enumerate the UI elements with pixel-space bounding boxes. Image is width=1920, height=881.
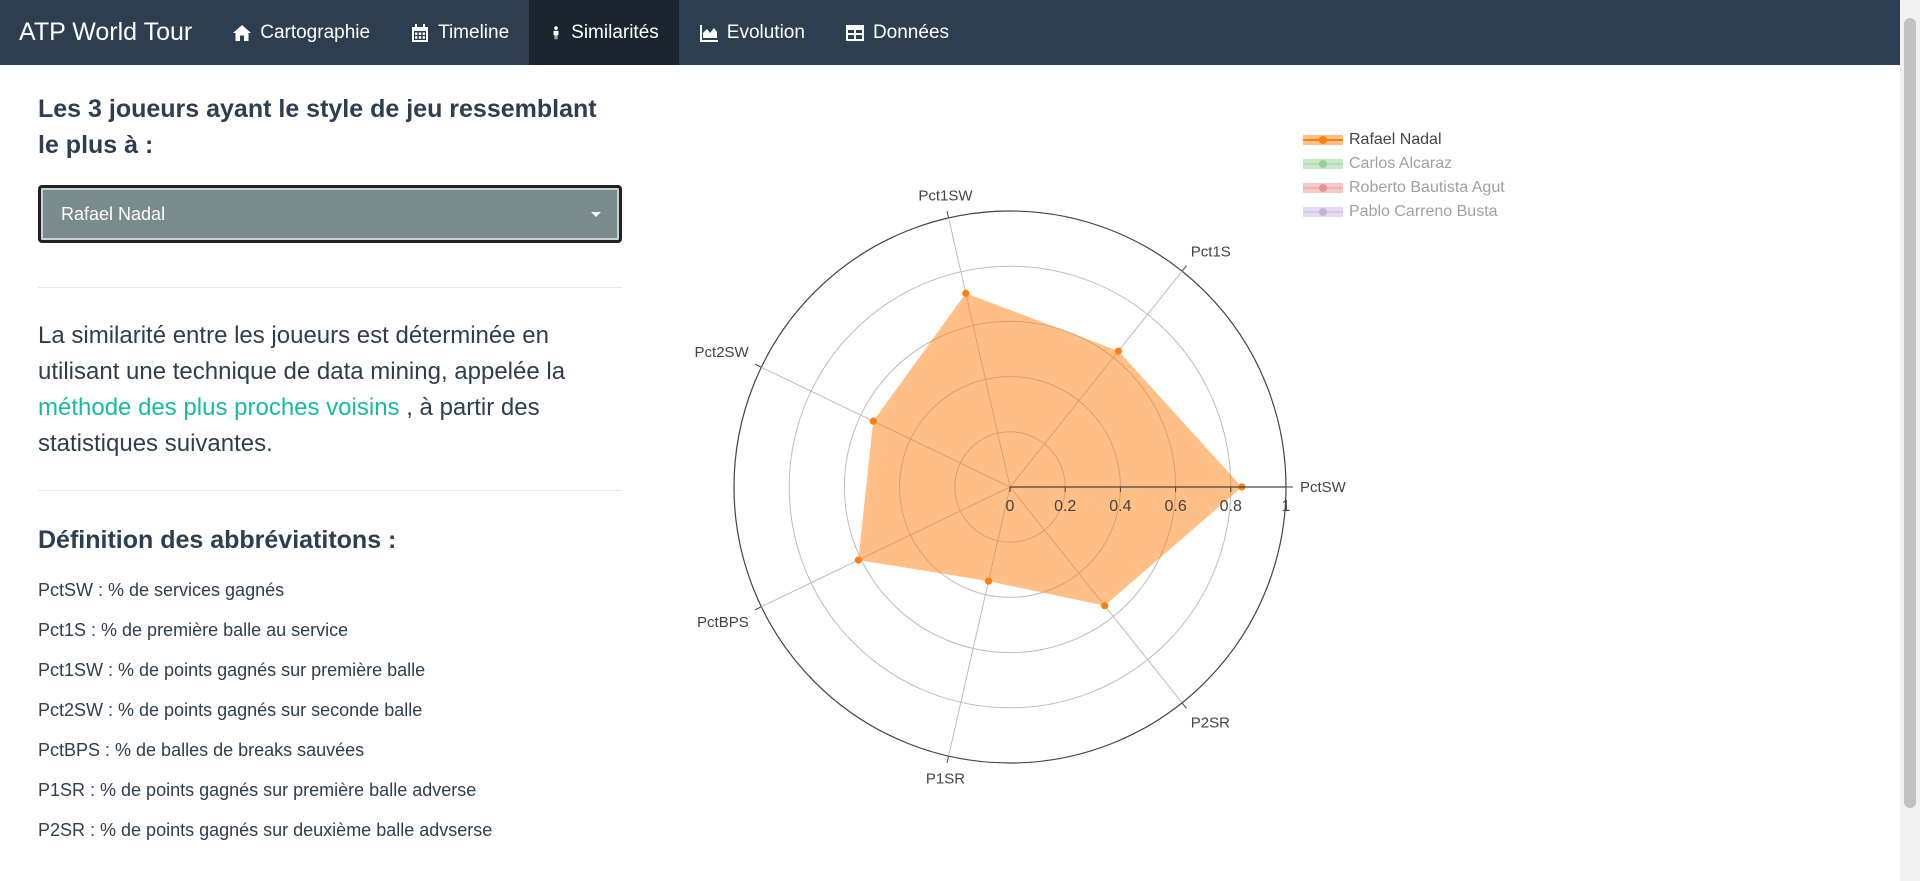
radar-chart: 0 0.2 0.4 0.6 0.8 1 PctSW Pct1S Pct1SW Pct2SW PctB…	[695, 187, 1347, 788]
similarity-description: La similarité entre les joueurs est déte…	[38, 318, 622, 462]
definitions-title: Définition des abbréviatitons :	[38, 526, 397, 554]
top-navbar: ATP World Tour Cartographie Timeline Sim…	[0, 0, 1900, 65]
area-chart-icon	[699, 24, 718, 42]
home-icon	[233, 24, 252, 41]
sidebar-panel: Les 3 joueurs ayant le style de jeu ress…	[38, 65, 622, 850]
similarity-heading: Les 3 joueurs ayant le style de jeu ress…	[38, 95, 597, 159]
legend-item-alcaraz[interactable]: Carlos Alcaraz	[1303, 152, 1505, 176]
calendar-icon	[412, 23, 429, 42]
legend-swatch	[1303, 206, 1343, 218]
definition-item: PctBPS : % de balles de breaks sauvées	[38, 740, 365, 760]
radar-data-point	[854, 556, 862, 564]
radial-tick-label: 0.6	[1164, 498, 1186, 515]
radial-tick-label: 1	[1282, 498, 1291, 515]
tab-donnees-label: Données	[872, 21, 950, 43]
angular-axis-label: P1SR	[926, 771, 965, 788]
angular-axis-label: PctSW	[1300, 479, 1347, 496]
legend-label: Roberto Bautista Agut	[1349, 179, 1505, 196]
radar-data-point	[1101, 602, 1109, 610]
legend-swatch	[1303, 182, 1343, 194]
definition-item: Pct1SW : % de points gagnés sur première…	[38, 660, 426, 680]
chevron-down-icon	[591, 211, 601, 217]
definition-item: Pct1S : % de première balle au service	[38, 620, 349, 640]
definition-item: PctSW : % de services gagnés	[38, 580, 285, 600]
tab-similarites[interactable]: Similarités	[529, 0, 679, 65]
definition-item: P1SR : % de points gagnés sur première b…	[38, 780, 477, 800]
angular-axis-label: P2SR	[1191, 715, 1230, 732]
legend-swatch	[1303, 134, 1343, 146]
definition-item: Pct2SW : % de points gagnés sur seconde …	[38, 700, 423, 720]
angular-tick-mark	[946, 210, 950, 219]
legend-item-nadal[interactable]: Rafael Nadal	[1303, 128, 1505, 152]
angular-tick-mark	[754, 363, 762, 368]
knn-method-link[interactable]: méthode des plus proches voisins	[38, 394, 400, 421]
divider	[38, 490, 622, 491]
radar-data-point	[962, 289, 970, 297]
definitions-list: PctSW : % de services gagnés Pct1S : % d…	[38, 570, 622, 850]
tab-donnees[interactable]: Données	[825, 0, 969, 65]
tab-cartographie-label: Cartographie	[260, 21, 371, 43]
angular-axis-label: Pct1S	[1191, 243, 1231, 260]
table-icon	[845, 24, 864, 41]
radial-tick-label: 0	[1006, 498, 1015, 515]
legend-item-carreno[interactable]: Pablo Carreno Busta	[1303, 200, 1505, 224]
divider	[38, 287, 622, 288]
angular-axis-label: Pct1SW	[918, 187, 973, 204]
angular-tick-mark	[754, 606, 762, 611]
description-text: La similarité entre les joueurs est déte…	[38, 322, 566, 385]
navbar-brand[interactable]: ATP World Tour	[0, 0, 212, 65]
legend-label: Pablo Carreno Busta	[1349, 203, 1498, 220]
angular-axis-label: PctBPS	[697, 614, 749, 631]
angular-axis-label: Pct2SW	[695, 344, 750, 361]
legend-label: Carlos Alcaraz	[1349, 155, 1453, 172]
radial-tick-label: 0.2	[1054, 498, 1076, 515]
person-icon	[553, 25, 559, 39]
chart-legend: Rafael Nadal Carlos Alcaraz Roberto Baut…	[1303, 128, 1505, 224]
radar-data-point	[1114, 347, 1123, 355]
tab-timeline-label: Timeline	[438, 21, 510, 43]
angular-tick-mark	[1181, 702, 1187, 709]
radar-data-point	[984, 577, 993, 585]
radar-series-area	[858, 293, 1242, 606]
definition-item: P2SR : % de points gagnés sur deuxième b…	[38, 820, 493, 840]
page-scrollbar[interactable]	[1900, 0, 1920, 881]
radar-data-point	[869, 417, 877, 425]
tab-cartographie[interactable]: Cartographie	[212, 0, 390, 65]
player-select-value: Rafael Nadal	[61, 203, 166, 224]
tab-similarites-label: Similarités	[571, 21, 659, 43]
tab-evolution[interactable]: Evolution	[679, 0, 825, 65]
tab-evolution-label: Evolution	[726, 21, 805, 43]
player-select[interactable]: Rafael Nadal	[38, 185, 622, 243]
radial-tick-label: 0.4	[1109, 498, 1131, 515]
radial-tick-label: 0.8	[1220, 498, 1242, 515]
legend-swatch	[1303, 158, 1343, 170]
scrollbar-thumb[interactable]	[1904, 18, 1916, 808]
angular-tick-mark	[1181, 265, 1187, 272]
tab-timeline[interactable]: Timeline	[390, 0, 529, 65]
angular-tick-mark	[946, 755, 950, 764]
legend-label: Rafael Nadal	[1349, 131, 1442, 148]
legend-item-bautista[interactable]: Roberto Bautista Agut	[1303, 176, 1505, 200]
